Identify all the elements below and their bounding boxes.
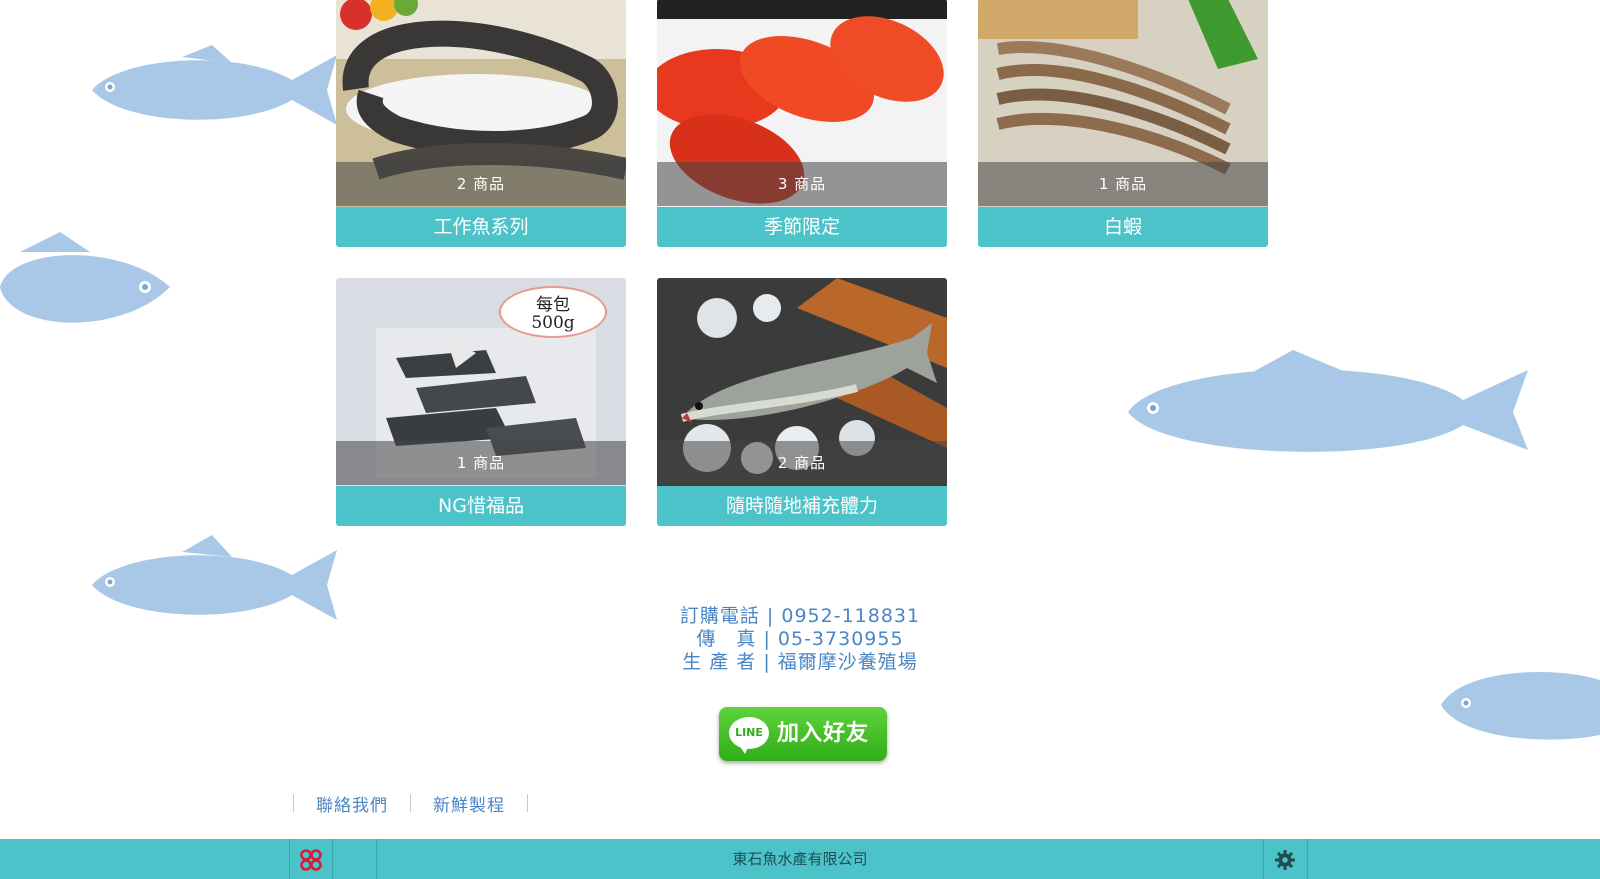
contact-us-link[interactable]: 聯絡我們 (294, 791, 410, 816)
category-card[interactable]: 每包 500g 1 商品 NG惜福品 (336, 278, 626, 526)
footer-links: 聯絡我們 新鮮製程 (293, 791, 528, 816)
product-count: 2 商品 (657, 441, 947, 485)
category-card[interactable]: 1 商品 白蝦 (978, 0, 1268, 247)
producer-name: 生 產 者 | 福爾摩沙養殖場 (682, 651, 918, 673)
package-weight-tag: 每包 500g (499, 286, 607, 338)
fish-illustration (92, 45, 337, 125)
link-separator (527, 794, 528, 812)
category-name: 工作魚系列 (336, 207, 626, 247)
line-logo-icon: LINE (729, 717, 769, 749)
line-add-friend-label: 加入好友 (777, 721, 870, 746)
product-count: 2 商品 (336, 162, 626, 206)
product-count: 1 商品 (978, 162, 1268, 206)
category-name: 隨時隨地補充體力 (657, 486, 947, 526)
company-name: 東石魚水產有限公司 (732, 850, 868, 868)
product-count: 1 商品 (336, 441, 626, 485)
category-card[interactable]: 2 商品 工作魚系列 (336, 0, 626, 247)
category-card[interactable]: 3 商品 季節限定 (657, 0, 947, 247)
category-name: 季節限定 (657, 207, 947, 247)
product-count: 3 商品 (657, 162, 947, 206)
category-card[interactable]: 2 商品 隨時隨地補充體力 (657, 278, 947, 526)
line-logo-tail (739, 745, 749, 754)
fresh-process-link[interactable]: 新鮮製程 (411, 791, 527, 816)
category-name: NG惜福品 (336, 486, 626, 526)
fish-illustration (1128, 350, 1528, 452)
category-name: 白蝦 (978, 207, 1268, 247)
fish-illustration (0, 232, 170, 323)
line-add-friend-button[interactable]: LINE 加入好友 (719, 707, 887, 761)
gear-icon[interactable] (1274, 849, 1296, 871)
bottom-bar: 東石魚水產有限公司 (0, 839, 1600, 879)
